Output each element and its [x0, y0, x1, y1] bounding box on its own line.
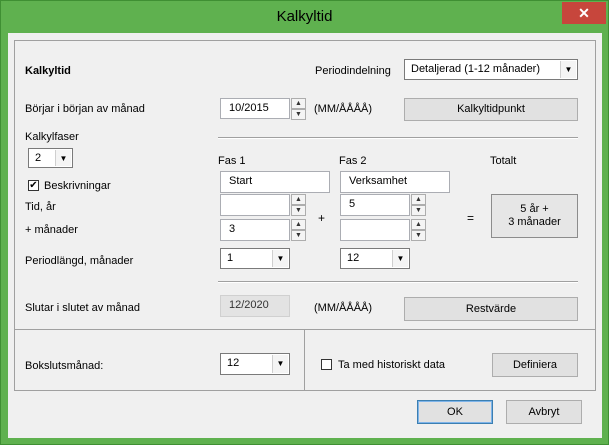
- phase1-months-input[interactable]: 3: [220, 219, 290, 241]
- calc-phases-value: 2: [35, 152, 42, 164]
- phase1-period-select[interactable]: 1 ▼: [220, 248, 290, 269]
- phase2-period-value: 12: [347, 252, 360, 264]
- end-month-label: Slutar i slutet av månad: [25, 302, 140, 314]
- period-length-label: Periodlängd, månader: [25, 255, 134, 267]
- phase2-years-input[interactable]: 5: [340, 194, 410, 216]
- total-duration-box: 5 år + 3 månader: [491, 194, 578, 238]
- descriptions-checkbox[interactable]: ✔: [28, 180, 39, 191]
- cancel-button[interactable]: Avbryt: [506, 400, 582, 424]
- phase2-header: Fas 2: [339, 155, 367, 167]
- spin-up-icon[interactable]: ▲: [291, 219, 306, 230]
- dialog-window: Kalkyltid ✕ Kalkyltid Periodindelning De…: [0, 0, 609, 445]
- total-months-text: 3 månader: [508, 216, 561, 228]
- chevron-down-icon[interactable]: ▼: [55, 150, 71, 166]
- phase2-months-input[interactable]: [340, 219, 410, 241]
- divider: [218, 137, 578, 139]
- close-icon: ✕: [578, 5, 590, 21]
- time-years-label: Tid, år: [25, 201, 56, 213]
- history-checkbox[interactable]: [321, 359, 332, 370]
- equals-sign: =: [467, 211, 475, 225]
- plus-sign: +: [318, 211, 326, 225]
- start-month-input[interactable]: 10/2015: [220, 98, 290, 119]
- phase2-period-select[interactable]: 12 ▼: [340, 248, 410, 269]
- title-bar[interactable]: Kalkyltid ✕: [1, 1, 608, 33]
- spin-down-icon[interactable]: ▼: [291, 109, 306, 120]
- history-label: Ta med historiskt data: [338, 359, 445, 371]
- spin-up-icon[interactable]: ▲: [411, 219, 426, 230]
- phase1-years-input[interactable]: [220, 194, 290, 216]
- closing-month-label: Bokslutsmånad:: [25, 360, 104, 372]
- closing-month-value: 12: [227, 357, 240, 369]
- phase1-period-value: 1: [227, 252, 234, 264]
- total-header: Totalt: [490, 155, 517, 167]
- start-month-spinner[interactable]: ▲ ▼: [291, 98, 306, 121]
- ok-button[interactable]: OK: [417, 400, 493, 424]
- period-division-select[interactable]: Detaljerad (1-12 månader) ▼: [404, 59, 578, 80]
- spin-down-icon[interactable]: ▼: [411, 205, 426, 216]
- dialog-body: Kalkyltid Periodindelning Detaljerad (1-…: [8, 33, 602, 438]
- chevron-down-icon[interactable]: ▼: [560, 61, 576, 78]
- spin-up-icon[interactable]: ▲: [291, 98, 306, 109]
- window-title: Kalkyltid: [276, 8, 333, 25]
- descriptions-label: Beskrivningar: [44, 180, 111, 192]
- period-division-label: Periodindelning: [315, 65, 391, 77]
- checkmark-icon: ✔: [29, 180, 38, 191]
- phase1-years-spinner[interactable]: ▲ ▼: [291, 194, 306, 217]
- chevron-down-icon[interactable]: ▼: [392, 250, 408, 267]
- spin-down-icon[interactable]: ▼: [291, 205, 306, 216]
- chevron-down-icon[interactable]: ▼: [272, 250, 288, 267]
- spin-up-icon[interactable]: ▲: [411, 194, 426, 205]
- start-month-label: Börjar i början av månad: [25, 103, 145, 115]
- close-button[interactable]: ✕: [562, 2, 606, 24]
- calc-timepoint-button[interactable]: Kalkyltidpunkt: [404, 98, 578, 121]
- total-years-text: 5 år +: [520, 203, 549, 215]
- spin-down-icon[interactable]: ▼: [411, 230, 426, 241]
- plus-months-label: + månader: [25, 224, 78, 236]
- section-title: Kalkyltid: [25, 65, 71, 77]
- chevron-down-icon[interactable]: ▼: [272, 355, 288, 373]
- phase2-months-spinner[interactable]: ▲ ▼: [411, 219, 426, 242]
- residual-value-button[interactable]: Restvärde: [404, 297, 578, 321]
- start-format-hint: (MM/ÅÅÅÅ): [314, 103, 373, 115]
- spin-down-icon[interactable]: ▼: [291, 230, 306, 241]
- phase2-description-input[interactable]: Verksamhet: [340, 171, 450, 193]
- define-button[interactable]: Definiera: [492, 353, 578, 377]
- closing-month-select[interactable]: 12 ▼: [220, 353, 290, 375]
- phase1-header: Fas 1: [218, 155, 246, 167]
- phase1-description-input[interactable]: Start: [220, 171, 330, 193]
- divider: [218, 281, 578, 283]
- calc-phases-label: Kalkylfaser: [25, 131, 79, 143]
- end-format-hint: (MM/ÅÅÅÅ): [314, 302, 373, 314]
- end-month-field: 12/2020: [220, 295, 290, 317]
- period-division-value: Detaljerad (1-12 månader): [411, 63, 541, 75]
- phase2-years-spinner[interactable]: ▲ ▼: [411, 194, 426, 217]
- spin-up-icon[interactable]: ▲: [291, 194, 306, 205]
- calc-phases-select[interactable]: 2 ▼: [28, 148, 73, 168]
- phase1-months-spinner[interactable]: ▲ ▼: [291, 219, 306, 242]
